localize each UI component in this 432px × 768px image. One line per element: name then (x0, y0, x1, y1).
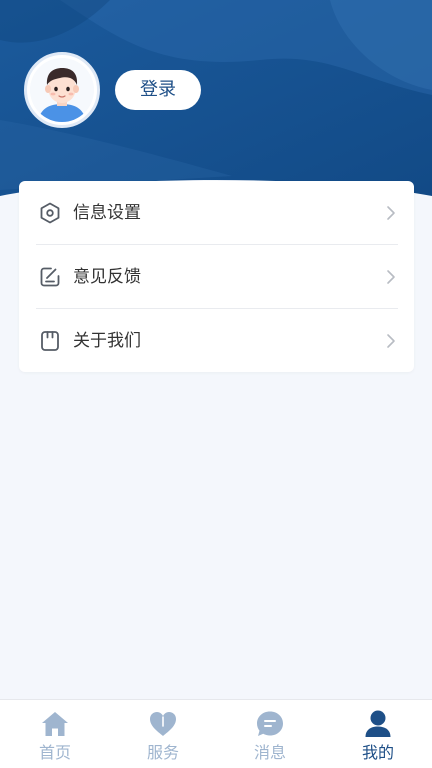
tab-label: 服务 (146, 743, 179, 762)
chevron-right-icon (387, 206, 395, 220)
menu-item-feedback[interactable]: 意见反馈 (19, 245, 414, 309)
tab-label: 首页 (38, 743, 71, 762)
tab-label: 消息 (253, 743, 286, 762)
menu-item-label: 关于我们 (73, 331, 141, 351)
user-icon (365, 710, 391, 737)
tab-home[interactable]: 首页 (1, 700, 109, 768)
menu-item-label: 信息设置 (73, 203, 141, 223)
chevron-right-icon (387, 270, 395, 284)
bottom-tab-bar: 首页 服务 消息 我的 (0, 699, 432, 768)
tab-services[interactable]: 服务 (109, 700, 217, 768)
info-card-icon (41, 331, 59, 351)
menu-item-info-settings[interactable]: 信息设置 (19, 181, 414, 245)
profile-screen: 登录 信息设置 意见反馈 关于我们 首页 服务 消息 我的 (0, 0, 432, 768)
menu-card: 信息设置 意见反馈 关于我们 (19, 181, 414, 372)
avatar[interactable] (24, 52, 100, 128)
menu-item-about-us[interactable]: 关于我们 (19, 309, 414, 373)
menu-item-label: 意见反馈 (73, 267, 141, 287)
tab-label: 我的 (361, 743, 394, 762)
hexagon-settings-icon (40, 202, 60, 224)
heart-icon (150, 712, 176, 736)
chat-bubble-icon (257, 711, 283, 736)
home-icon (42, 712, 68, 736)
edit-feedback-icon (40, 267, 60, 287)
tab-mine[interactable]: 我的 (324, 700, 432, 768)
tab-messages[interactable]: 消息 (216, 700, 324, 768)
login-button[interactable]: 登录 (115, 70, 201, 110)
avatar-image (30, 58, 94, 122)
chevron-right-icon (387, 334, 395, 348)
